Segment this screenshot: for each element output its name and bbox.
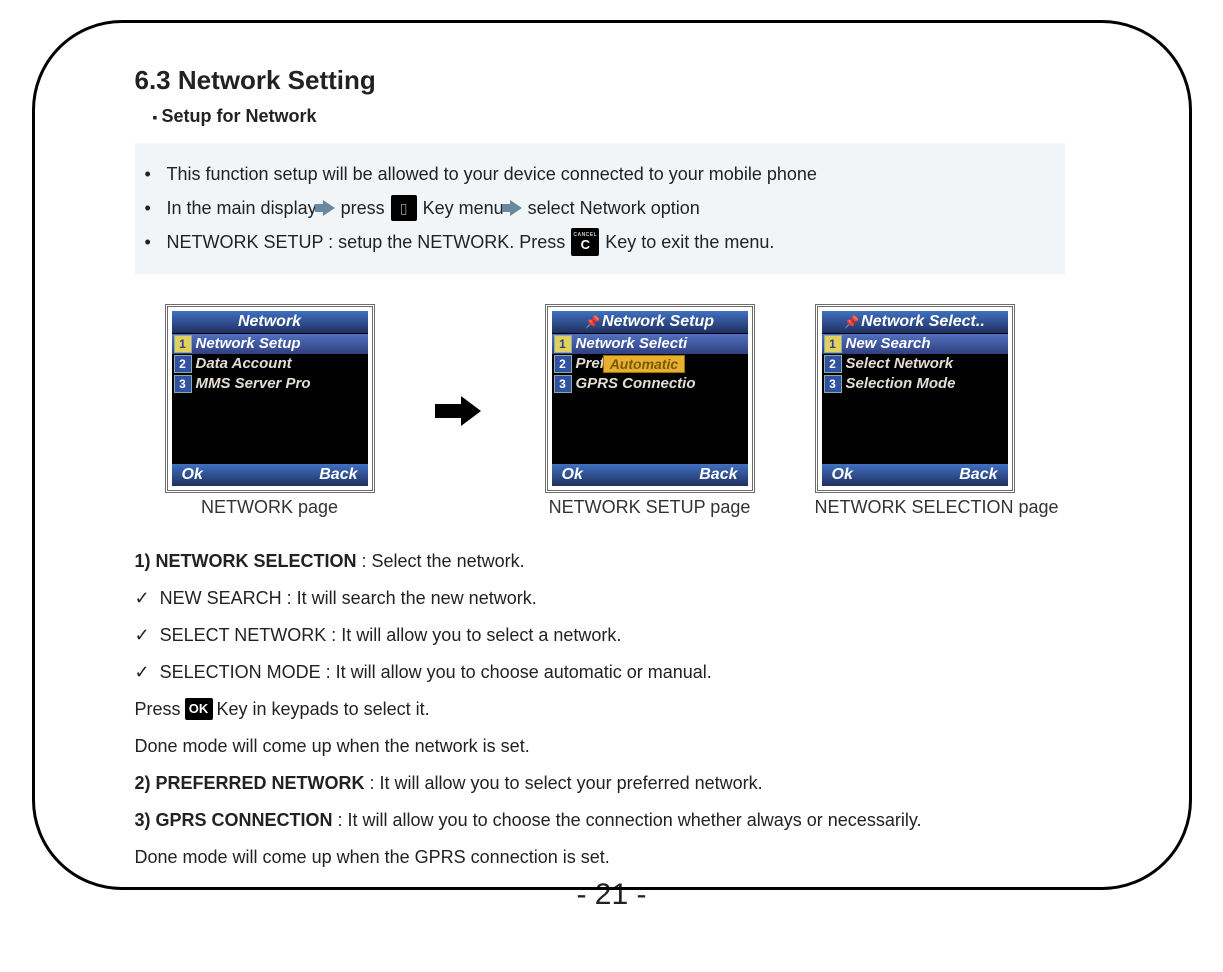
section-subtitle: Setup for Network xyxy=(153,106,1109,127)
indent-text: Key in keypads to select it. xyxy=(217,696,430,723)
phone-title: Network Select.. xyxy=(822,311,1008,334)
indent-text: Done mode will come up when the GPRS con… xyxy=(135,844,610,871)
section-1-title: 1) NETWORK SELECTION xyxy=(135,551,357,571)
screen-caption: NETWORK SETUP page xyxy=(545,497,755,518)
screen-network: Network 1Network Setup 2Data Account 3MM… xyxy=(165,304,375,518)
note-text: Key to exit the menu. xyxy=(605,225,774,259)
indent-line: Done mode will come up when the GPRS con… xyxy=(135,844,1109,871)
arrow-right-icon xyxy=(510,200,522,216)
phone-item-label: New Search xyxy=(846,335,931,352)
screen-caption: NETWORK page xyxy=(165,497,375,518)
section-1-desc: : Select the network. xyxy=(357,551,525,571)
note-line-1: • This function setup will be allowed to… xyxy=(145,157,1045,191)
phone-item-label: Pref xyxy=(576,355,605,372)
check-selection-mode: SELECTION MODE : It will allow you to ch… xyxy=(135,659,1109,686)
arrow-right-icon xyxy=(323,200,335,216)
phone-menu-item: 2PrefAutomatic xyxy=(552,354,748,374)
phone-item-label: Data Account xyxy=(196,355,292,372)
section-heading: 6.3 Network Setting xyxy=(135,65,1109,96)
note-text: This function setup will be allowed to y… xyxy=(167,157,817,191)
softkey-back: Back xyxy=(319,466,357,484)
note-text: press xyxy=(341,191,385,225)
popup-automatic: Automatic xyxy=(603,355,685,373)
phone-menu-item: 1Network Setup xyxy=(172,334,368,354)
indent-text: Press xyxy=(135,696,181,723)
phone-item-label: Selection Mode xyxy=(846,375,956,392)
notes-panel: • This function setup will be allowed to… xyxy=(135,143,1065,274)
phone-menu-item: 2Data Account xyxy=(172,354,368,374)
indent-line: Done mode will come up when the network … xyxy=(135,733,1109,760)
section-3-title: 3) GPRS CONNECTION xyxy=(135,810,333,830)
note-text: select Network option xyxy=(528,191,700,225)
page-frame: 6.3 Network Setting Setup for Network • … xyxy=(32,20,1192,890)
indent-text: Done mode will come up when the network … xyxy=(135,733,530,760)
screenshots-row: Network 1Network Setup 2Data Account 3MM… xyxy=(165,304,1109,518)
note-text: Key menu xyxy=(423,191,504,225)
softkey-back: Back xyxy=(959,466,997,484)
screen-network-selection: Network Select.. 1New Search 2Select Net… xyxy=(815,304,1059,518)
phone-menu-item: 1New Search xyxy=(822,334,1008,354)
phone-item-label: Select Network xyxy=(846,355,954,372)
indent-line: Press OK Key in keypads to select it. xyxy=(135,696,1109,723)
phone-menu-item: 2Select Network xyxy=(822,354,1008,374)
note-text: NETWORK SETUP : setup the NETWORK. Press xyxy=(167,225,566,259)
check-new-search: NEW SEARCH : It will search the new netw… xyxy=(135,585,1109,612)
phone-menu-item: 3Selection Mode xyxy=(822,374,1008,394)
cancel-c-text: C xyxy=(581,238,590,251)
softkey-ok: Ok xyxy=(832,466,853,484)
softkey-back: Back xyxy=(699,466,737,484)
phone-menu-item: 3GPRS Connectio xyxy=(552,374,748,394)
cancel-key-icon: CANCEL C xyxy=(571,228,599,256)
ok-key-icon: OK xyxy=(185,698,213,720)
section-3-desc: : It will allow you to choose the connec… xyxy=(333,810,922,830)
screen-network-setup: Network Setup 1Network Selecti 2PrefAuto… xyxy=(545,304,755,518)
phone-item-label: GPRS Connectio xyxy=(576,375,696,392)
phone-menu-item: 3MMS Server Pro xyxy=(172,374,368,394)
arrow-right-icon xyxy=(435,396,485,426)
phone-item-label: MMS Server Pro xyxy=(196,375,311,392)
phone-key-icon: ▯ xyxy=(391,195,417,221)
check-select-network: SELECT NETWORK : It will allow you to se… xyxy=(135,622,1109,649)
phone-item-label: Network Selecti xyxy=(576,335,688,352)
note-line-3: • NETWORK SETUP : setup the NETWORK. Pre… xyxy=(145,225,1045,259)
note-text: In the main display xyxy=(167,191,317,225)
section-2-desc: : It will allow you to select your prefe… xyxy=(365,773,763,793)
body-sections: 1) NETWORK SELECTION : Select the networ… xyxy=(135,548,1109,871)
phone-title: Network xyxy=(172,311,368,334)
screen-caption: NETWORK SELECTION page xyxy=(815,497,1059,518)
section-2-title: 2) PREFERRED NETWORK xyxy=(135,773,365,793)
softkey-ok: Ok xyxy=(182,466,203,484)
note-line-2: • In the main display press ▯ Key menu s… xyxy=(145,191,1045,225)
phone-title: Network Setup xyxy=(552,311,748,334)
phone-menu-item: 1Network Selecti xyxy=(552,334,748,354)
phone-item-label: Network Setup xyxy=(196,335,301,352)
softkey-ok: Ok xyxy=(562,466,583,484)
